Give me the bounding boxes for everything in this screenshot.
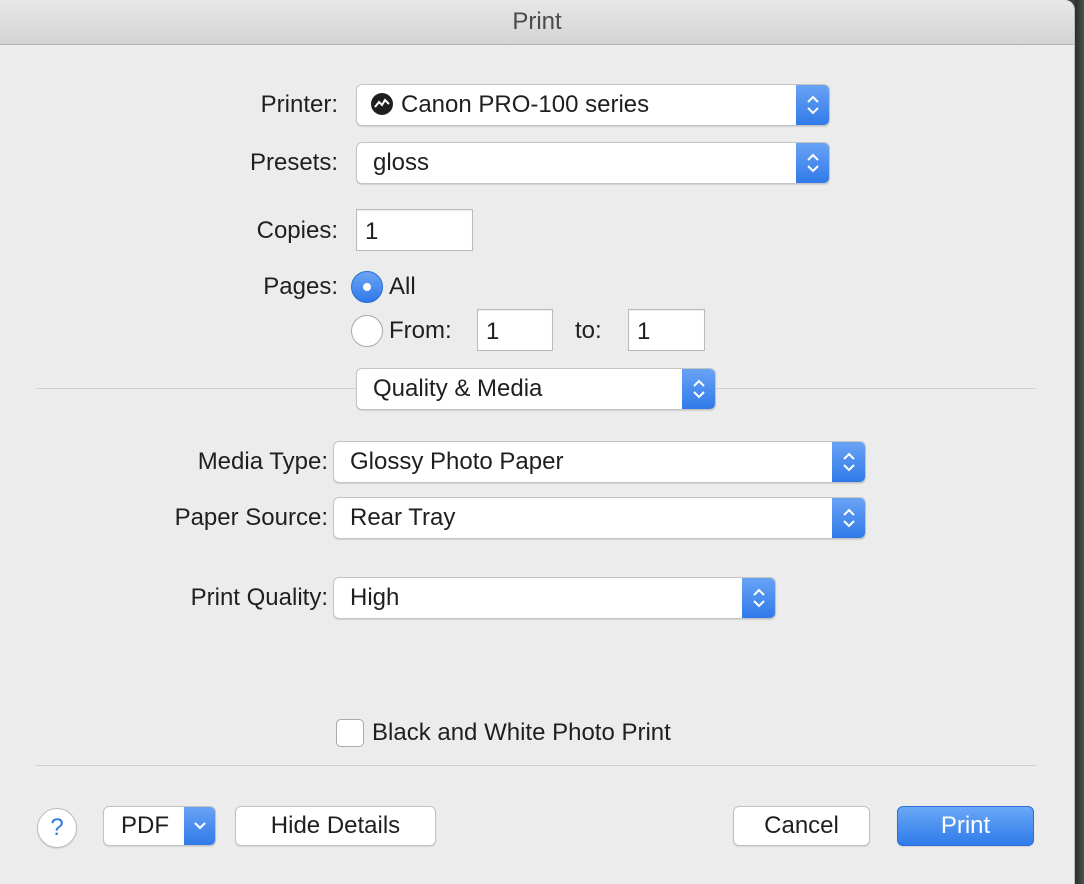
bw-photo-checkbox[interactable] <box>336 719 364 747</box>
print-quality-value: High <box>350 584 400 611</box>
print-quality-popup[interactable]: High <box>333 577 776 619</box>
copies-field[interactable]: 1 <box>356 209 473 251</box>
help-button[interactable]: ? <box>37 808 77 848</box>
paper-source-label: Paper Source: <box>174 504 328 531</box>
printer-label: Printer: <box>260 91 338 118</box>
panel-select-popup[interactable]: Quality & Media <box>356 368 716 410</box>
media-type-popup[interactable]: Glossy Photo Paper <box>333 441 866 483</box>
print-dialog: Print Printer: Canon PRO-100 series Pres… <box>0 0 1075 884</box>
pages-to-label: to: <box>575 317 602 344</box>
panel-select-value: Quality & Media <box>373 375 543 402</box>
media-type-value: Glossy Photo Paper <box>350 448 564 475</box>
print-button[interactable]: Print <box>897 806 1034 846</box>
pages-label: Pages: <box>263 273 338 300</box>
separator-bottom <box>36 765 1036 766</box>
cancel-button[interactable]: Cancel <box>733 806 870 846</box>
pages-from-radio[interactable] <box>351 315 383 347</box>
updown-chevron-icon <box>742 578 775 618</box>
desktop-background-edge <box>1075 0 1084 884</box>
paper-source-value: Rear Tray <box>350 504 456 531</box>
copies-label: Copies: <box>256 217 338 244</box>
pdf-menu-button[interactable]: PDF <box>103 806 216 846</box>
pdf-label: PDF <box>121 812 169 839</box>
updown-chevron-icon <box>832 442 865 482</box>
printer-popup[interactable]: Canon PRO-100 series <box>356 84 830 126</box>
presets-label: Presets: <box>249 149 338 176</box>
bw-photo-label: Black and White Photo Print <box>372 719 671 746</box>
printer-value: Canon PRO-100 series <box>401 91 650 118</box>
presets-value: gloss <box>373 149 430 176</box>
updown-chevron-icon <box>796 85 829 125</box>
media-type-label: Media Type: <box>197 448 328 475</box>
pages-all-radio[interactable] <box>351 271 383 303</box>
pages-from-field[interactable]: 1 <box>477 309 553 351</box>
pages-from-label: From: <box>389 317 452 344</box>
printer-share-icon <box>371 93 393 115</box>
presets-popup[interactable]: gloss <box>356 142 830 184</box>
chevron-down-icon <box>184 807 215 845</box>
window-title: Print <box>0 0 1074 45</box>
updown-chevron-icon <box>796 143 829 183</box>
updown-chevron-icon <box>832 498 865 538</box>
hide-details-button[interactable]: Hide Details <box>235 806 436 846</box>
pages-to-field[interactable]: 1 <box>628 309 705 351</box>
pages-all-label: All <box>389 273 416 300</box>
updown-chevron-icon <box>682 369 715 409</box>
paper-source-popup[interactable]: Rear Tray <box>333 497 866 539</box>
print-quality-label: Print Quality: <box>190 584 328 611</box>
